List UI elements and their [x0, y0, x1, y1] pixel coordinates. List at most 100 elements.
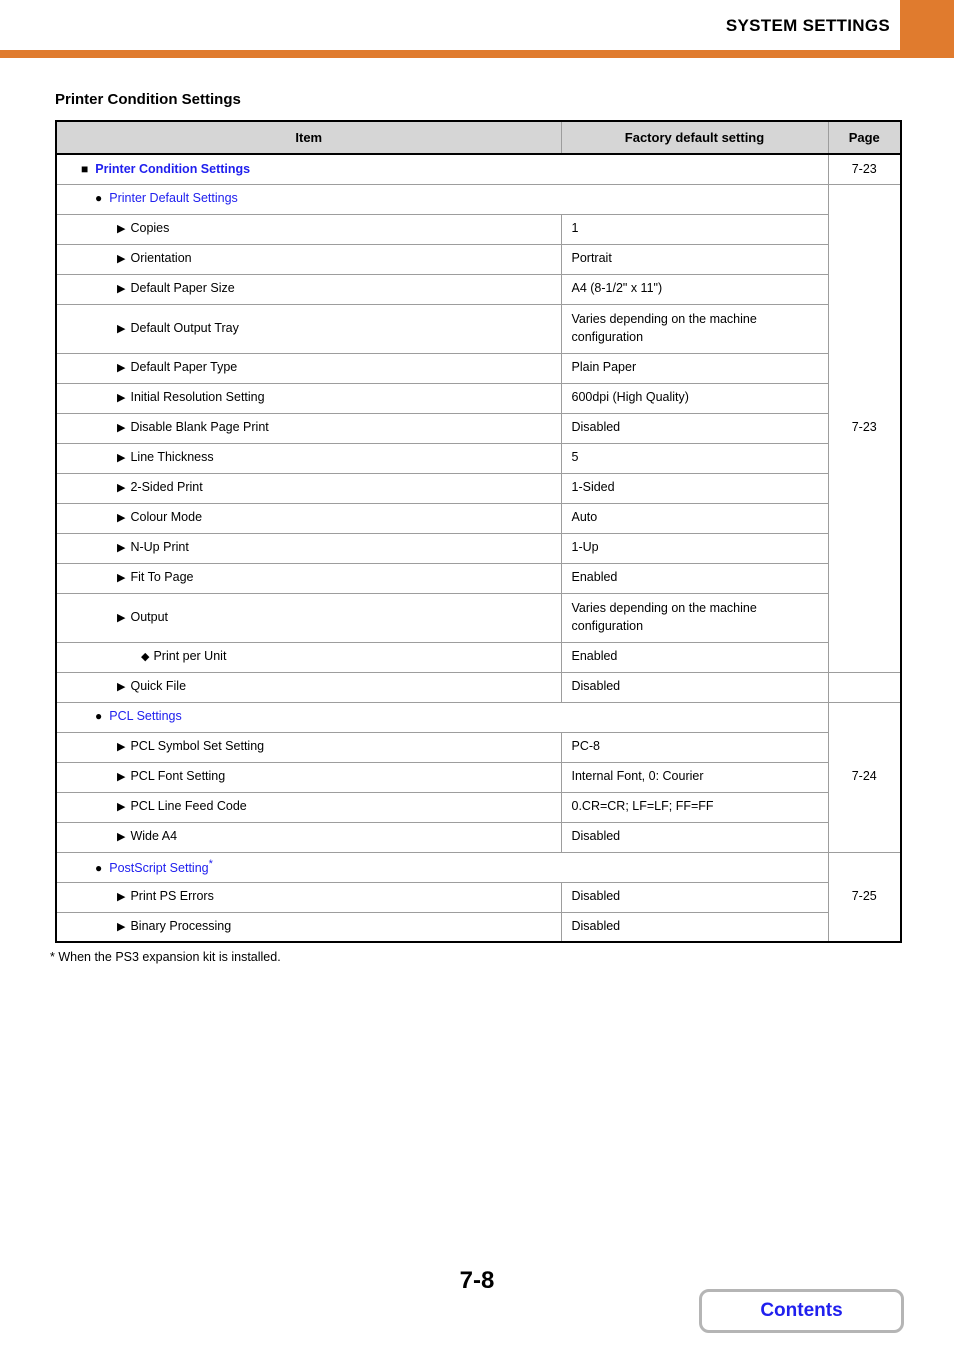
- row-item-cell: ▶ Fit To Page: [55, 562, 562, 594]
- row-value-cell: Portrait: [560, 243, 829, 275]
- page-link-postscript[interactable]: 7-25: [827, 851, 902, 943]
- row-item-label: 2-Sided Print: [130, 480, 203, 495]
- row-value-cell: PC-8: [560, 731, 829, 763]
- table-row: ■ Printer Condition Settings 7-23: [55, 153, 902, 185]
- row-item-label: N-Up Print: [130, 540, 189, 555]
- row-item-cell: ▶ Default Output Tray: [55, 303, 562, 354]
- square-bullet-icon: ■: [81, 161, 89, 176]
- row-item-cell: ▶ 2-Sided Print: [55, 472, 562, 504]
- row-value-cell: Internal Font, 0: Courier: [560, 761, 829, 793]
- row-item-label: Wide A4: [130, 829, 178, 844]
- contents-button[interactable]: Contents: [699, 1289, 904, 1333]
- page-link-printer-default[interactable]: 7-23: [827, 183, 902, 673]
- row-item-cell: ▶ Binary Processing: [55, 911, 562, 943]
- row-value-cell: Enabled: [560, 641, 829, 673]
- table-row: ▶ PCL Font Setting Internal Font, 0: Cour…: [55, 761, 901, 793]
- triangle-bullet-icon: ▶: [117, 542, 126, 555]
- column-header-page: Page: [827, 120, 902, 155]
- row-item-cell: ▶ Colour Mode: [55, 502, 562, 534]
- page-header: SYSTEM SETTINGS: [0, 0, 954, 58]
- footnote-text: * When the PS3 expansion kit is installe…: [50, 950, 281, 964]
- table-header-row: Item Factory default setting Page: [55, 120, 902, 155]
- triangle-bullet-icon: ▶: [117, 921, 126, 934]
- triangle-bullet-icon: ▶: [117, 891, 126, 904]
- row-item-label: Default Paper Size: [130, 281, 235, 296]
- row-item-label: Print per Unit: [153, 649, 227, 664]
- row-item-cell: ▶ Disable Blank Page Print: [55, 412, 562, 444]
- link-printer-condition-settings[interactable]: Printer Condition Settings: [95, 162, 250, 176]
- table-row: ▶ Orientation Portrait: [55, 243, 901, 275]
- triangle-bullet-icon: ▶: [117, 392, 126, 405]
- row-value-cell: 5: [560, 442, 829, 474]
- triangle-bullet-icon: ▶: [117, 452, 126, 465]
- row-item-label: Line Thickness: [130, 450, 214, 465]
- circle-bullet-icon: ●: [95, 709, 103, 724]
- row-value-cell: Varies depending on the machine configur…: [560, 303, 829, 354]
- row-value-cell: Plain Paper: [560, 352, 829, 384]
- row-value-cell: A4 (8-1/2" x 11"): [560, 273, 829, 305]
- row-item-label: PCL Line Feed Code: [130, 799, 247, 814]
- diamond-bullet-icon: ◆: [141, 651, 150, 664]
- table-row: ▶ Quick File Disabled: [55, 671, 901, 703]
- row-value-cell: 0.CR=CR; LF=LF; FF=FF: [560, 791, 829, 823]
- row-item-cell: ■ Printer Condition Settings: [55, 153, 829, 185]
- row-item-cell: ▶ Wide A4: [55, 821, 562, 853]
- table-row: ▶ Output Varies depending on the machine …: [55, 592, 901, 643]
- row-item-cell: ▶ Line Thickness: [55, 442, 562, 474]
- table-row: ▶ PCL Symbol Set Setting PC-8: [55, 731, 901, 763]
- row-item-label: Fit To Page: [130, 570, 194, 585]
- triangle-bullet-icon: ▶: [117, 283, 126, 296]
- table-row: ▶ Fit To Page Enabled: [55, 562, 901, 594]
- table-row: ▶ Colour Mode Auto: [55, 502, 901, 534]
- column-header-factory: Factory default setting: [560, 120, 829, 155]
- triangle-bullet-icon: ▶: [117, 681, 126, 694]
- triangle-bullet-icon: ▶: [117, 801, 126, 814]
- row-item-cell: ● Printer Default Settings: [55, 183, 829, 215]
- table-row: ▶ Copies 1: [55, 213, 901, 245]
- row-value-cell: 600dpi (High Quality): [560, 382, 829, 414]
- table-row: ▶ Initial Resolution Setting 600dpi (High…: [55, 382, 901, 414]
- link-pcl-settings[interactable]: PCL Settings: [109, 709, 182, 723]
- page-footer: 7-8 Contents: [0, 1267, 954, 1333]
- section-heading: Printer Condition Settings: [55, 91, 241, 108]
- row-item-cell: ▶ Default Paper Size: [55, 273, 562, 305]
- triangle-bullet-icon: ▶: [117, 611, 126, 624]
- header-accent-rule: [0, 50, 954, 58]
- table-row: ▶ Default Output Tray Varies depending on…: [55, 303, 901, 354]
- row-item-label: Initial Resolution Setting: [130, 390, 265, 405]
- link-printer-default-settings[interactable]: Printer Default Settings: [109, 191, 238, 205]
- page-link-pcl[interactable]: 7-24: [827, 701, 902, 853]
- triangle-bullet-icon: ▶: [117, 482, 126, 495]
- table-row: ▶ Wide A4 Disabled: [55, 821, 901, 853]
- circle-bullet-icon: ●: [95, 860, 103, 875]
- row-item-cell: ▶ Quick File: [55, 671, 562, 703]
- table-row: ▶ Default Paper Size A4 (8-1/2" x 11"): [55, 273, 901, 305]
- triangle-bullet-icon: ▶: [117, 771, 126, 784]
- row-value-cell: Enabled: [560, 562, 829, 594]
- row-value-cell: Disabled: [560, 821, 829, 853]
- row-item-label: Disable Blank Page Print: [130, 420, 269, 435]
- triangle-bullet-icon: ▶: [117, 253, 126, 266]
- row-value-cell: Varies depending on the machine configur…: [560, 592, 829, 643]
- settings-table-body: ■ Printer Condition Settings 7-23 ● Printe…: [55, 153, 902, 943]
- row-item-cell: ▶ Initial Resolution Setting: [55, 382, 562, 414]
- row-item-cell: ▶ Output: [55, 592, 562, 643]
- triangle-bullet-icon: ▶: [117, 322, 126, 335]
- row-item-label: Binary Processing: [130, 919, 232, 934]
- page-link-printer-condition[interactable]: 7-23: [827, 153, 902, 185]
- link-postscript-setting[interactable]: PostScript Setting: [109, 861, 208, 875]
- triangle-bullet-icon: ▶: [117, 512, 126, 525]
- row-value-cell: 1-Up: [560, 532, 829, 564]
- triangle-bullet-icon: ▶: [117, 223, 126, 236]
- triangle-bullet-icon: ▶: [117, 422, 126, 435]
- row-item-label: Default Output Tray: [130, 320, 239, 335]
- row-item-cell: ▶ N-Up Print: [55, 532, 562, 564]
- circle-bullet-icon: ●: [95, 191, 103, 206]
- row-item-cell: ▶ Copies: [55, 213, 562, 245]
- table-row: ▶ Line Thickness 5: [55, 442, 901, 474]
- table-row: ▶ Default Paper Type Plain Paper: [55, 352, 901, 384]
- row-item-cell: ● PCL Settings: [55, 701, 829, 733]
- column-header-item: Item: [55, 120, 562, 155]
- row-item-label: PCL Symbol Set Setting: [130, 739, 265, 754]
- table-row: ▶ PCL Line Feed Code 0.CR=CR; LF=LF; FF=F…: [55, 791, 901, 823]
